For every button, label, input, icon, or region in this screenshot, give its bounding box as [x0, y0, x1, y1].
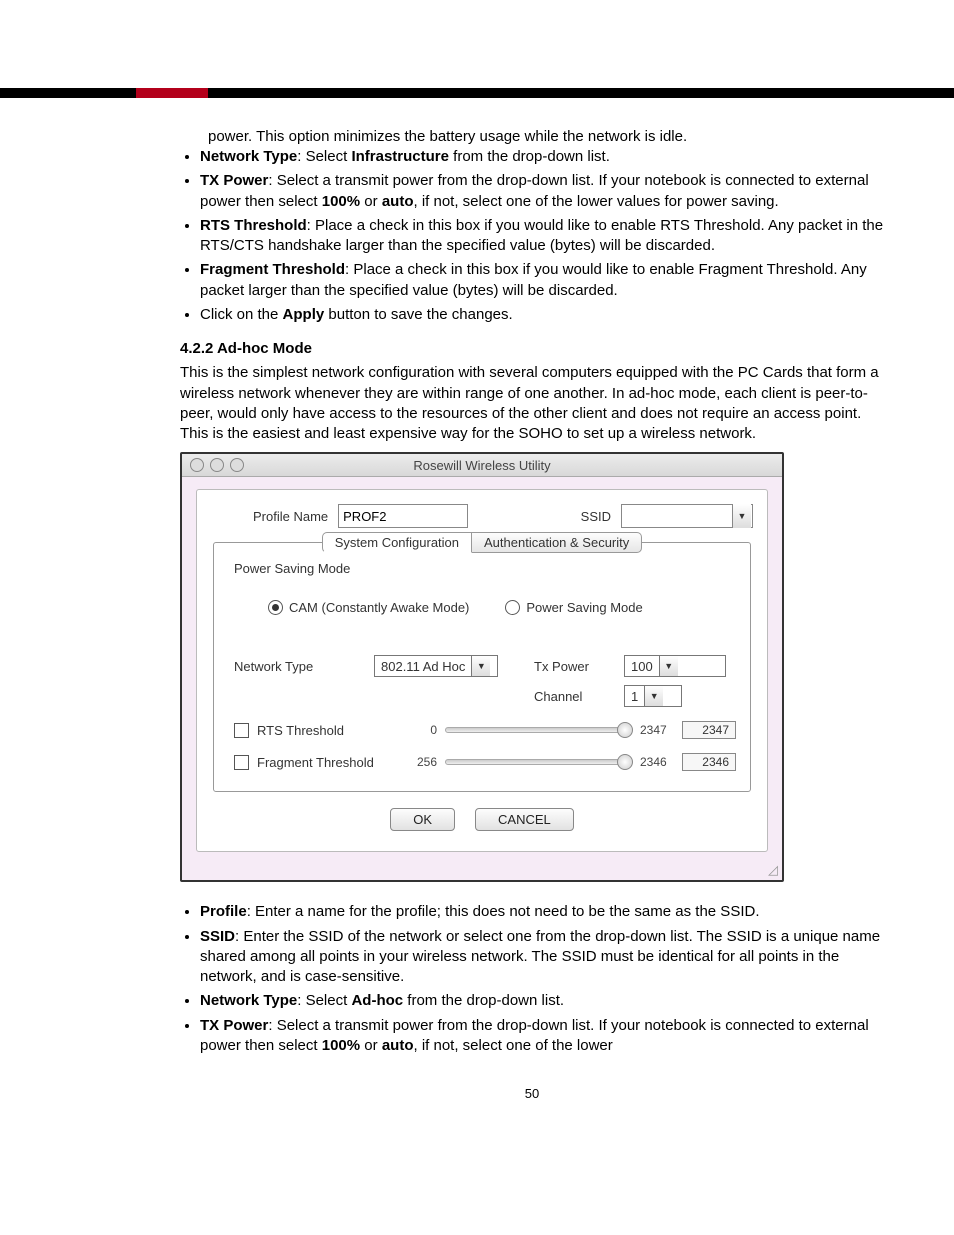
window-title: Rosewill Wireless Utility	[182, 458, 782, 473]
bullet-ssid: SSID: Enter the SSID of the network or s…	[200, 927, 884, 988]
network-type-label: Network Type	[228, 659, 374, 674]
continuation-line: power. This option minimizes the battery…	[180, 128, 884, 145]
section-paragraph: This is the simplest network configurati…	[180, 363, 884, 444]
top-bullet-list: Network Type: Select Infrastructure from…	[180, 147, 884, 325]
header-accent	[136, 88, 208, 98]
bullet-apply: Click on the Apply button to save the ch…	[200, 305, 884, 325]
bullet-rts: RTS Threshold: Place a check in this box…	[200, 216, 884, 257]
bullet-profile: Profile: Enter a name for the profile; t…	[200, 902, 884, 922]
chevron-down-icon[interactable]: ▼	[732, 504, 751, 528]
ok-button[interactable]: OK	[390, 808, 455, 831]
chevron-down-icon[interactable]: ▼	[644, 686, 663, 706]
resize-grip-icon[interactable]: ◿	[182, 862, 782, 880]
window-titlebar: Rosewill Wireless Utility	[182, 454, 782, 477]
section-title: 4.2.2 Ad-hoc Mode	[180, 339, 884, 359]
tab-authentication-security[interactable]: Authentication & Security	[472, 532, 642, 553]
radio-psm[interactable]: Power Saving Mode	[505, 600, 642, 615]
bullet-fragment: Fragment Threshold: Place a check in thi…	[200, 260, 884, 301]
rts-checkbox[interactable]	[234, 723, 249, 738]
radio-cam-label: CAM (Constantly Awake Mode)	[289, 600, 469, 615]
profile-name-label: Profile Name	[253, 509, 328, 524]
tab-system-configuration[interactable]: System Configuration	[322, 532, 472, 553]
bullet-network-type: Network Type: Select Infrastructure from…	[200, 147, 884, 167]
rts-value: 2347	[682, 721, 736, 739]
fragment-max: 2346	[640, 755, 674, 769]
header-bar	[0, 88, 954, 98]
tx-power-select[interactable]: 100▼	[624, 655, 726, 677]
rts-min: 0	[409, 723, 437, 737]
fragment-checkbox[interactable]	[234, 755, 249, 770]
config-fieldset: System Configuration Authentication & Se…	[213, 542, 751, 792]
ssid-label: SSID	[581, 509, 611, 524]
rts-max: 2347	[640, 723, 674, 737]
fragment-label: Fragment Threshold	[257, 755, 389, 770]
chevron-down-icon[interactable]: ▼	[659, 656, 678, 676]
page-body: power. This option minimizes the battery…	[0, 98, 954, 1141]
chevron-down-icon[interactable]: ▼	[471, 656, 490, 676]
bottom-bullet-list: Profile: Enter a name for the profile; t…	[180, 902, 884, 1056]
bullet-tx-power: TX Power: Select a transmit power from t…	[200, 171, 884, 212]
radio-cam[interactable]: CAM (Constantly Awake Mode)	[268, 600, 469, 615]
screenshot-window: Rosewill Wireless Utility Profile Name S…	[180, 452, 784, 882]
profile-name-input[interactable]	[338, 504, 468, 528]
channel-select[interactable]: 1▼	[624, 685, 682, 707]
radio-psm-label: Power Saving Mode	[526, 600, 642, 615]
fragment-slider[interactable]	[445, 759, 632, 765]
rts-slider[interactable]	[445, 727, 632, 733]
power-saving-heading: Power Saving Mode	[234, 561, 736, 576]
slider-knob-icon[interactable]	[617, 722, 633, 738]
fragment-value: 2346	[682, 753, 736, 771]
channel-label: Channel	[534, 689, 624, 704]
network-type-select[interactable]: 802.11 Ad Hoc▼	[374, 655, 498, 677]
tx-power-label: Tx Power	[534, 659, 624, 674]
cancel-button[interactable]: CANCEL	[475, 808, 574, 831]
rts-label: RTS Threshold	[257, 723, 389, 738]
bullet-tx-power-2: TX Power: Select a transmit power from t…	[200, 1016, 884, 1057]
page-number: 50	[180, 1086, 884, 1101]
main-panel: Profile Name SSID ▼ System Configuration…	[196, 489, 768, 852]
bullet-network-type-2: Network Type: Select Ad-hoc from the dro…	[200, 991, 884, 1011]
fragment-min: 256	[409, 755, 437, 769]
slider-knob-icon[interactable]	[617, 754, 633, 770]
